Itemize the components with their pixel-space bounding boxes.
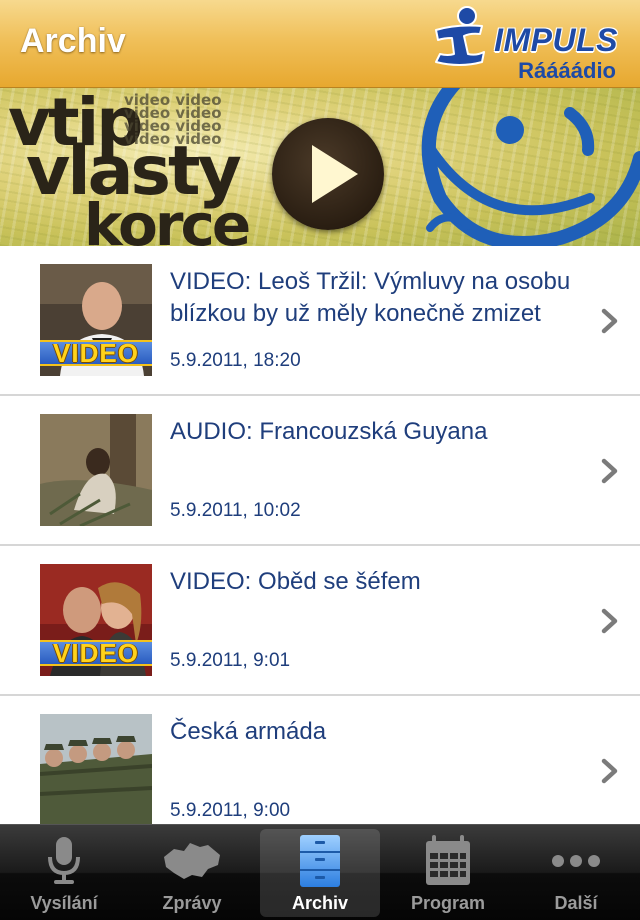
article-thumbnail <box>40 714 152 826</box>
more-dots-icon <box>552 855 600 867</box>
tab-archiv[interactable]: Archiv <box>260 829 380 917</box>
list-item[interactable]: VIDEO VIDEO: Oběd se šéfem 5.9.2011, 9:0… <box>0 546 640 696</box>
logo-name: IMPULS <box>494 22 618 58</box>
promo-banner[interactable]: vtip vlasty korce video video video vide… <box>0 88 640 246</box>
map-icon <box>164 843 220 879</box>
tab-label: Program <box>410 893 486 913</box>
calendar-icon <box>426 835 470 885</box>
tab-bar: Vysílání Zprávy Archiv Program Další <box>0 824 640 920</box>
banner-line-3: korce <box>84 191 251 246</box>
microphone-icon <box>48 837 80 884</box>
video-badge: VIDEO <box>40 640 152 666</box>
article-thumbnail <box>40 414 152 526</box>
logo-subtitle: Ráááádio <box>518 58 616 83</box>
page-title: Archiv <box>20 22 126 60</box>
list-item[interactable]: AUDIO: Francouzská Guyana 5.9.2011, 10:0… <box>0 396 640 546</box>
article-thumbnail: VIDEO <box>40 264 152 376</box>
article-date: 5.9.2011, 9:01 <box>170 650 291 671</box>
impuls-figure-icon <box>435 6 485 66</box>
chevron-right-icon <box>601 458 618 484</box>
archive-list: VIDEO VIDEO: Leoš Tržil: Výmluvy na osob… <box>0 246 640 846</box>
play-button[interactable] <box>272 118 384 230</box>
article-title: AUDIO: Francouzská Guyana <box>170 418 488 445</box>
article-date: 5.9.2011, 18:20 <box>170 350 301 371</box>
tab-vysilani[interactable]: Vysílání <box>4 829 124 917</box>
play-icon <box>312 145 358 203</box>
tab-label: Vysílání <box>30 893 98 913</box>
tab-zpravy[interactable]: Zprávy <box>132 829 252 917</box>
soldiers-image <box>40 714 152 826</box>
article-title: VIDEO: Oběd se šéfem <box>170 568 421 595</box>
article-thumbnail: VIDEO <box>40 564 152 676</box>
archive-cabinet-icon <box>300 835 340 887</box>
article-title: Česká armáda <box>170 718 327 745</box>
navigation-bar: Archiv IMPULS Ráááádio <box>0 0 640 88</box>
tab-label: Zprávy <box>162 893 222 913</box>
banner-video-words: video video video video video video vide… <box>124 91 222 148</box>
impuls-logo: IMPULS Ráááádio <box>430 6 620 84</box>
tab-program[interactable]: Program <box>388 829 508 917</box>
chevron-right-icon <box>601 758 618 784</box>
tab-dalsi[interactable]: Další <box>516 829 636 917</box>
chevron-right-icon <box>601 608 618 634</box>
article-date: 5.9.2011, 10:02 <box>170 500 301 521</box>
smiley-graphic-icon <box>421 88 640 246</box>
jungle-scene-image <box>40 414 152 526</box>
chevron-right-icon <box>601 308 618 334</box>
article-title: VIDEO: Leoš Tržil: Výmluvy na osobu blíz… <box>170 268 571 327</box>
tab-label: Další <box>554 893 598 913</box>
list-item[interactable]: VIDEO VIDEO: Leoš Tržil: Výmluvy na osob… <box>0 246 640 396</box>
article-date: 5.9.2011, 9:00 <box>170 800 291 821</box>
tab-label: Archiv <box>291 893 349 913</box>
video-badge: VIDEO <box>40 340 152 366</box>
